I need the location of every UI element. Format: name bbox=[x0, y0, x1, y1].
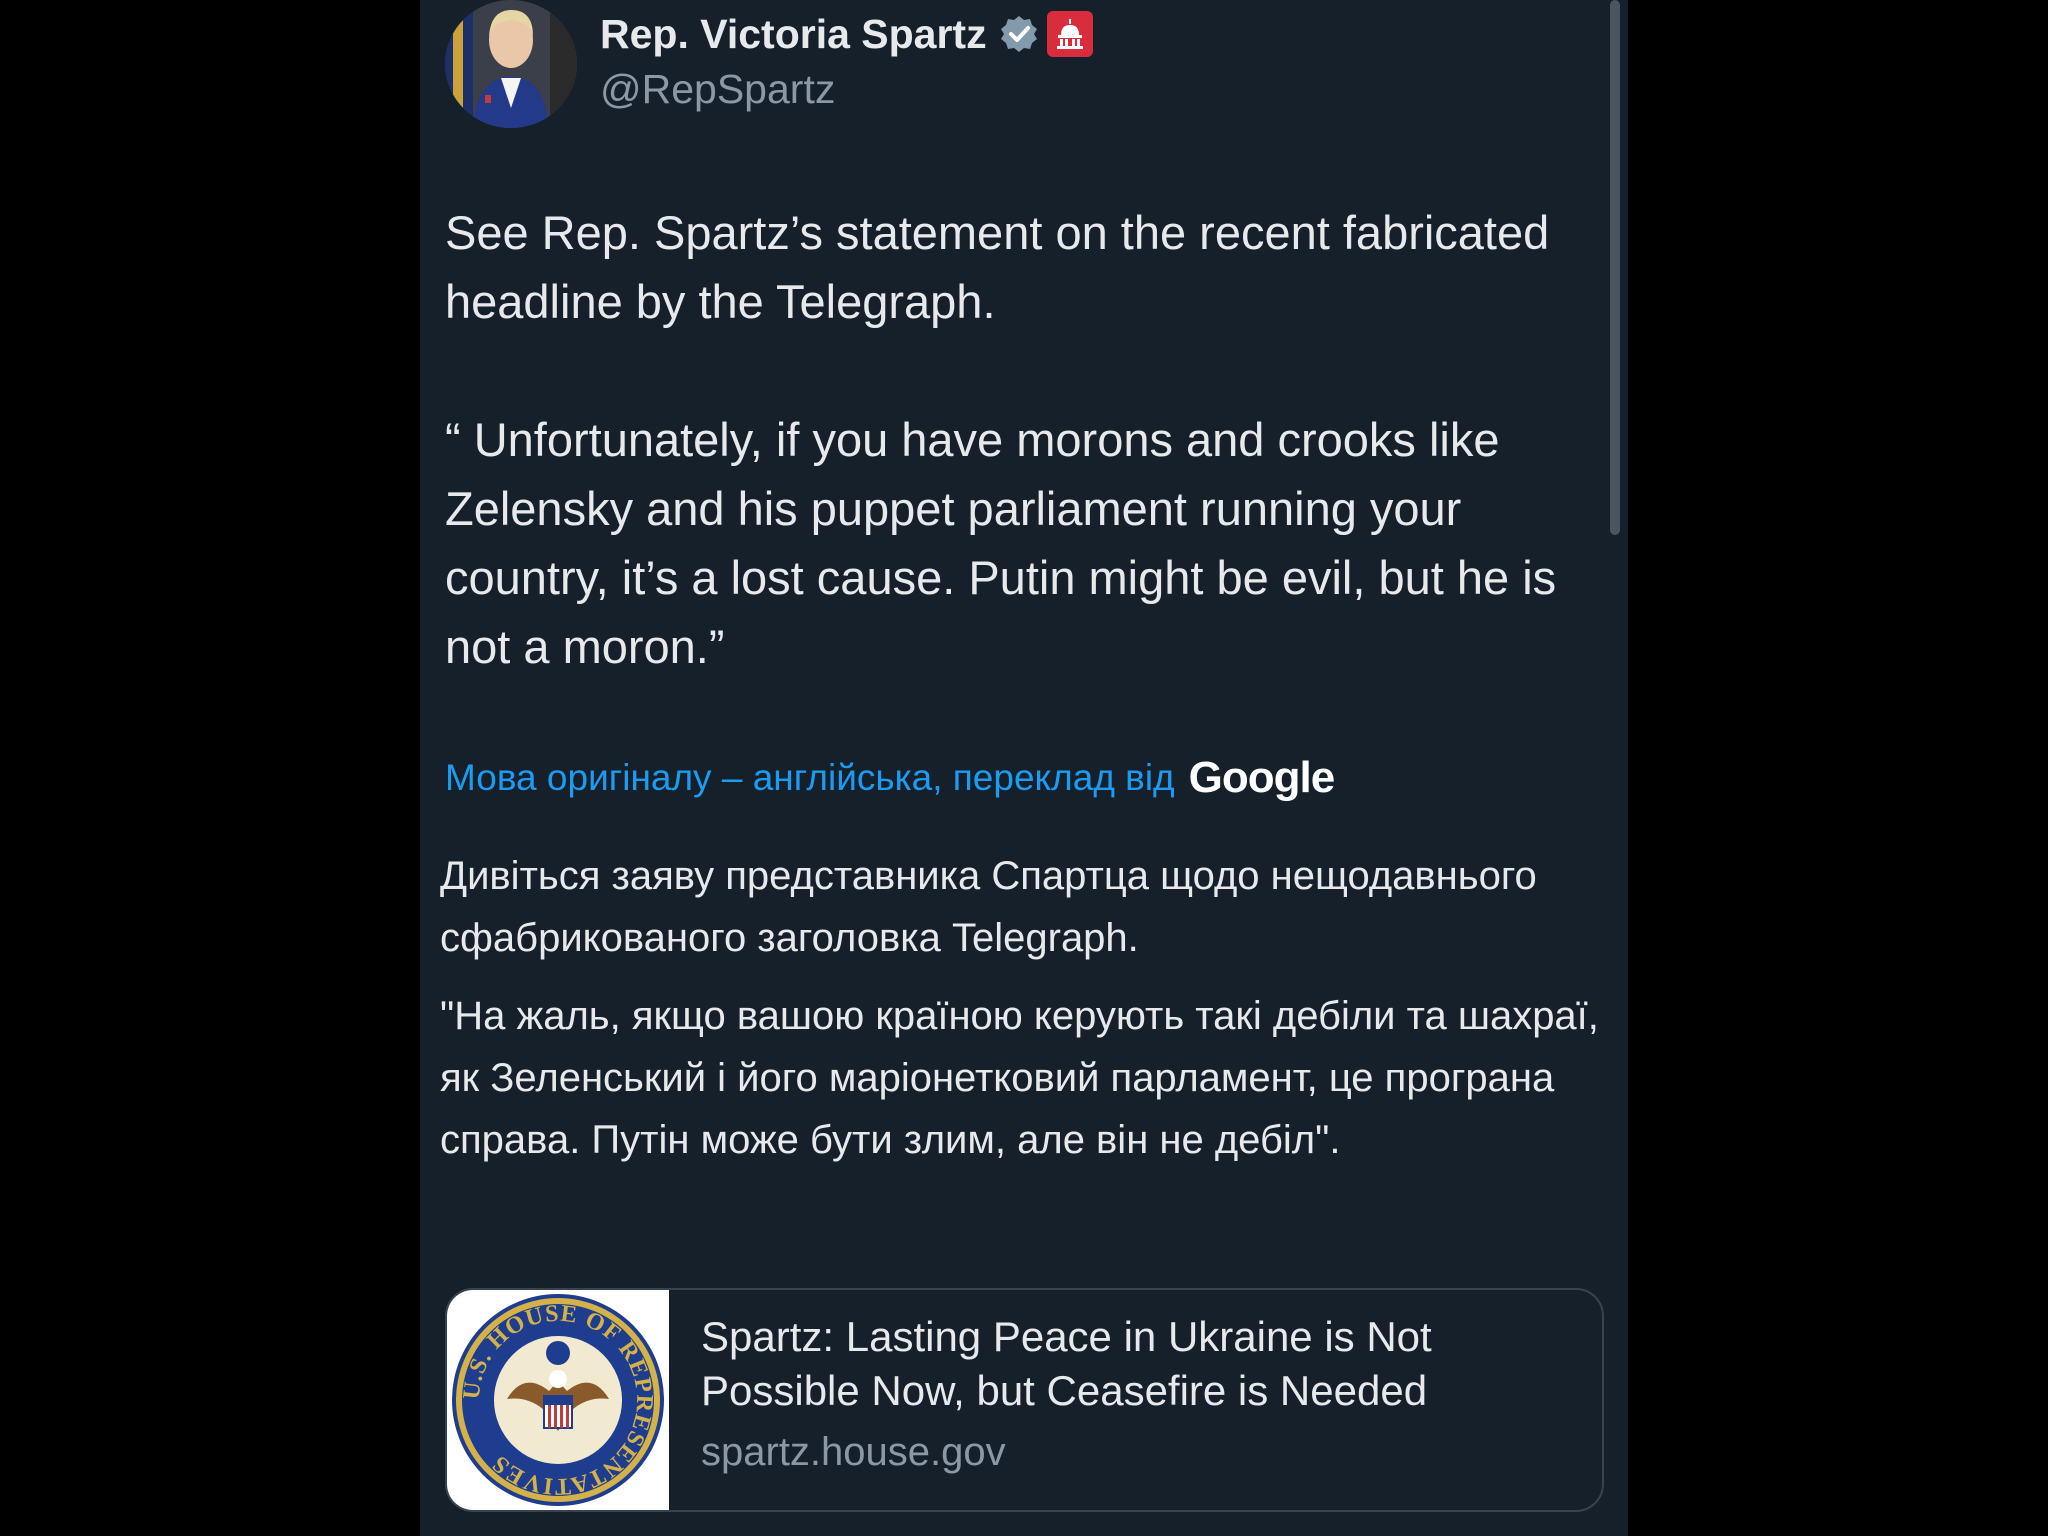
author-display-name[interactable]: Rep. Victoria Spartz bbox=[600, 11, 987, 58]
house-seal-icon: U.S. HOUSE OF REPRESENTATIVES bbox=[452, 1294, 664, 1506]
author-handle[interactable]: @RepSpartz bbox=[600, 66, 835, 113]
google-logo: Google bbox=[1188, 753, 1336, 802]
link-card[interactable]: U.S. HOUSE OF REPRESENTATIVES Spartz: La… bbox=[445, 1288, 1604, 1512]
link-card-title: Spartz: Lasting Peace in Ukraine is Not … bbox=[701, 1313, 1432, 1414]
translation-attribution[interactable]: Мова оригіналу – англійська, переклад ві… bbox=[445, 750, 1336, 806]
link-card-domain: spartz.house.gov bbox=[701, 1430, 1006, 1474]
verified-badge-icon bbox=[1000, 16, 1037, 52]
avatar[interactable] bbox=[445, 0, 577, 128]
author-name-row: Rep. Victoria Spartz bbox=[600, 8, 1093, 60]
translation-label[interactable]: Мова оригіналу – англійська, переклад ві… bbox=[445, 757, 1175, 799]
capitol-icon bbox=[1046, 11, 1093, 57]
tweet-text: See Rep. Spartz’s statement on the recen… bbox=[445, 206, 1557, 673]
translated-paragraph-1: Дивіться заяву представника Спартца щодо… bbox=[440, 854, 1537, 960]
house-seal-thumbnail: U.S. HOUSE OF REPRESENTATIVES bbox=[447, 1290, 669, 1510]
avatar-image bbox=[445, 0, 577, 128]
link-card-body: Spartz: Lasting Peace in Ukraine is Not … bbox=[669, 1290, 1602, 1510]
translated-paragraph-2: "На жаль, якщо вашою країною керують так… bbox=[440, 994, 1599, 1162]
translated-text: Дивіться заяву представника Спартца щодо… bbox=[440, 845, 1615, 1187]
